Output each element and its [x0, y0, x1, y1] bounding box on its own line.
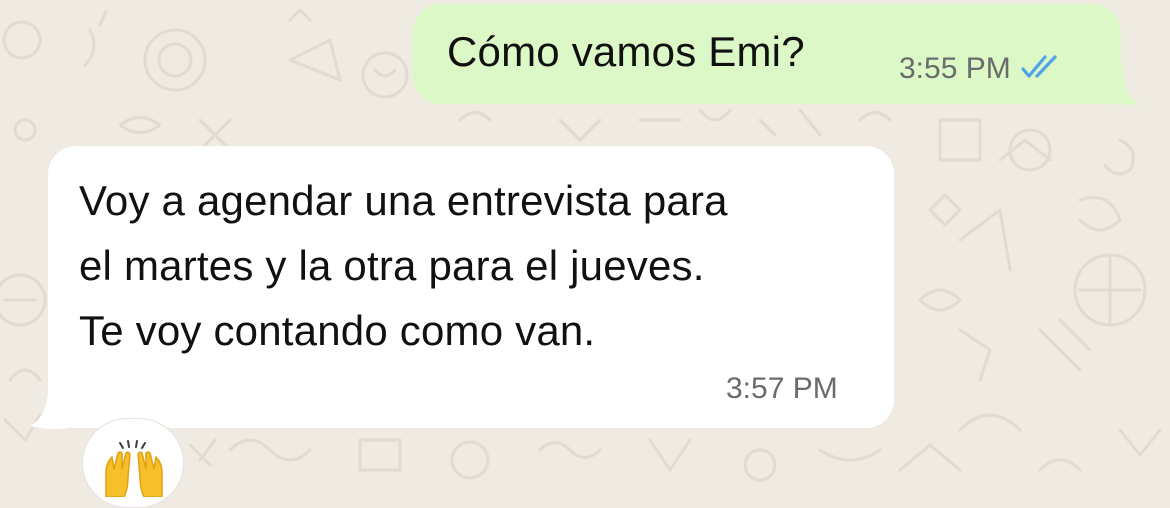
outgoing-message-time: 3:55 PM	[899, 52, 1011, 85]
incoming-message-line: Te voy contando como van.	[79, 307, 596, 354]
incoming-message-text: Voy a agendar una entrevista para el mar…	[79, 168, 728, 363]
outgoing-message-bubble[interactable]: Cómo vamos Emi? 3:55 PM	[413, 4, 1121, 104]
incoming-message-bubble[interactable]: Voy a agendar una entrevista para el mar…	[48, 146, 894, 428]
incoming-message-line: el martes y la otra para el jueves.	[79, 242, 705, 289]
incoming-message-line: Voy a agendar una entrevista para	[79, 177, 728, 224]
raising-hands-emoji-icon	[100, 439, 168, 502]
outgoing-message-meta: 3:55 PM	[899, 52, 1065, 86]
incoming-message-meta: 3:57 PM	[726, 372, 838, 406]
incoming-message-time: 3:57 PM	[726, 372, 838, 405]
message-reaction[interactable]	[82, 418, 184, 508]
outgoing-message-text: Cómo vamos Emi?	[447, 28, 805, 75]
double-check-read-icon	[1021, 54, 1065, 85]
